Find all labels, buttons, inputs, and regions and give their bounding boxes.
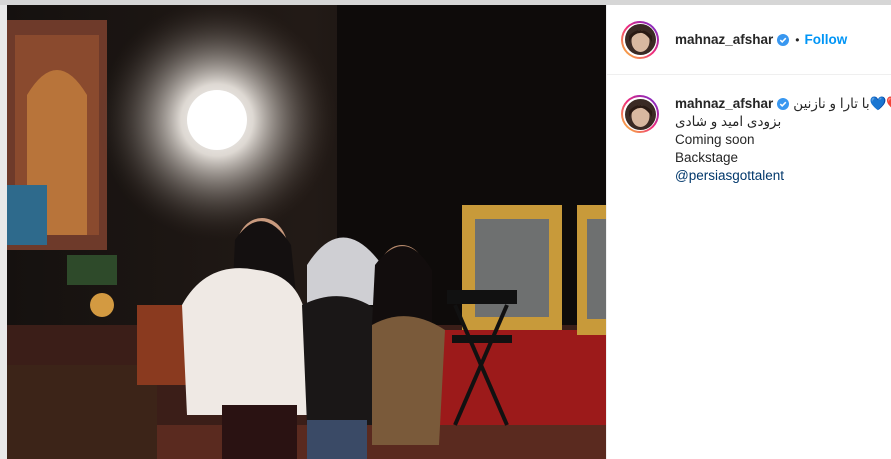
- caption-username[interactable]: mahnaz_afshar: [675, 95, 773, 113]
- caption-line-4: Backstage: [675, 150, 739, 165]
- caption-text: mahnaz_afshar ❤️💙با تارا و نازنین بزودی …: [675, 95, 891, 185]
- caption-line-3: Coming soon: [675, 132, 755, 147]
- post-caption: mahnaz_afshar ❤️💙با تارا و نازنین بزودی …: [607, 75, 891, 185]
- avatar-photo: [624, 98, 656, 130]
- follow-button[interactable]: Follow: [805, 32, 848, 47]
- post-header: mahnaz_afshar • Follow: [607, 5, 891, 75]
- browser-left-strip: [0, 5, 7, 459]
- caption-mention-link[interactable]: @persiasgottalent: [675, 167, 891, 185]
- post-photo[interactable]: [7, 5, 606, 459]
- verified-badge-icon: [777, 33, 790, 46]
- caption-avatar[interactable]: [621, 95, 659, 133]
- avatar-photo: [624, 24, 656, 55]
- header-separator: •: [795, 32, 800, 47]
- post-username[interactable]: mahnaz_afshar: [675, 32, 773, 47]
- caption-line-1: ❤️💙با تارا و نازنین: [793, 96, 891, 111]
- verified-badge-icon: [777, 98, 790, 110]
- post-side-panel: mahnaz_afshar • Follow mahnaz_afshar 💙با…: [606, 5, 891, 459]
- profile-avatar[interactable]: [621, 20, 659, 59]
- post-photo-illustration: [7, 5, 606, 459]
- caption-line-2: بزودی امید و شادی: [675, 114, 782, 129]
